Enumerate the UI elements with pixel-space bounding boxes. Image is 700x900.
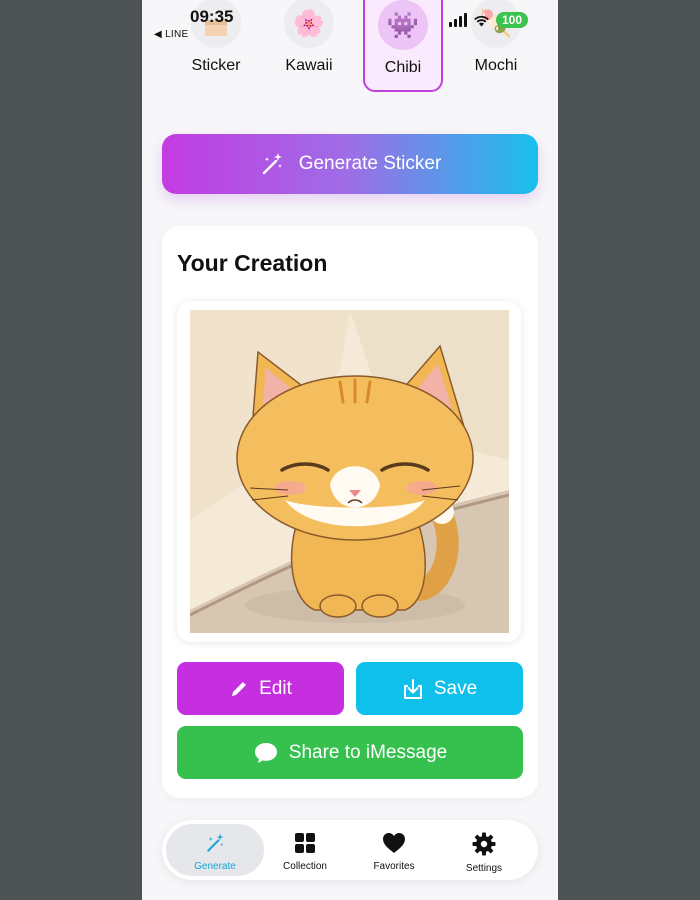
- message-bubble-icon: [254, 742, 277, 763]
- tab-collection[interactable]: Collection: [260, 824, 350, 876]
- save-button[interactable]: Save: [356, 662, 523, 715]
- cherry-blossom-icon: 🌸: [284, 0, 334, 48]
- style-label-sticker: Sticker: [191, 57, 241, 74]
- creation-title: Your Creation: [177, 250, 328, 276]
- status-indicators: 100: [448, 12, 528, 28]
- tab-settings[interactable]: Settings: [439, 824, 529, 876]
- edit-button[interactable]: Edit: [177, 662, 344, 715]
- gear-icon: [472, 832, 496, 856]
- tab-label-favorites: Favorites: [373, 861, 415, 872]
- save-button-label: Save: [433, 677, 478, 699]
- style-label-chibi: Chibi: [384, 59, 422, 76]
- sleeping-kitten-sticker-image: [190, 310, 509, 633]
- generate-sticker-label: Generate Sticker: [298, 153, 442, 174]
- heart-icon: [383, 833, 405, 853]
- edit-button-label: Edit: [259, 677, 292, 699]
- tab-generate[interactable]: Generate: [166, 824, 264, 876]
- bottom-tab-bar: Generate Collection Favorites Settings: [162, 820, 538, 880]
- style-label-kawaii: Kawaii: [285, 57, 333, 74]
- style-option-kawaii[interactable]: 🌸 Kawaii: [269, 0, 349, 92]
- share-imessage-button[interactable]: Share to iMessage: [177, 726, 523, 779]
- battery-indicator: 100: [495, 12, 528, 28]
- back-to-app-link[interactable]: ◀ LINE: [154, 29, 189, 40]
- magic-wand-icon: [262, 153, 282, 175]
- wifi-icon: [474, 15, 489, 26]
- download-icon: [403, 678, 422, 699]
- sticker-image-frame: [177, 301, 521, 642]
- cellular-signal-icon: [448, 13, 467, 27]
- style-label-mochi: Mochi: [474, 57, 518, 74]
- creation-card: Your Creation Edit Save Share to iMessag…: [162, 226, 538, 798]
- space-invader-icon: 👾: [378, 0, 428, 50]
- tab-label-generate: Generate: [194, 861, 236, 872]
- grid-icon: [295, 833, 315, 853]
- app-screen: Sticker 🌸 Kawaii 👾 Chibi 🍡 Mochi 09:35 ◀…: [142, 0, 558, 900]
- tab-label-settings: Settings: [465, 863, 503, 874]
- tab-favorites[interactable]: Favorites: [349, 824, 439, 876]
- share-imessage-label: Share to iMessage: [288, 741, 448, 763]
- generate-sticker-button[interactable]: Generate Sticker: [162, 134, 538, 194]
- status-time: 09:35: [190, 7, 234, 26]
- style-option-chibi[interactable]: 👾 Chibi: [363, 0, 443, 92]
- pencil-icon: [232, 681, 247, 696]
- magic-wand-icon: [207, 833, 224, 852]
- tab-label-collection: Collection: [283, 861, 327, 872]
